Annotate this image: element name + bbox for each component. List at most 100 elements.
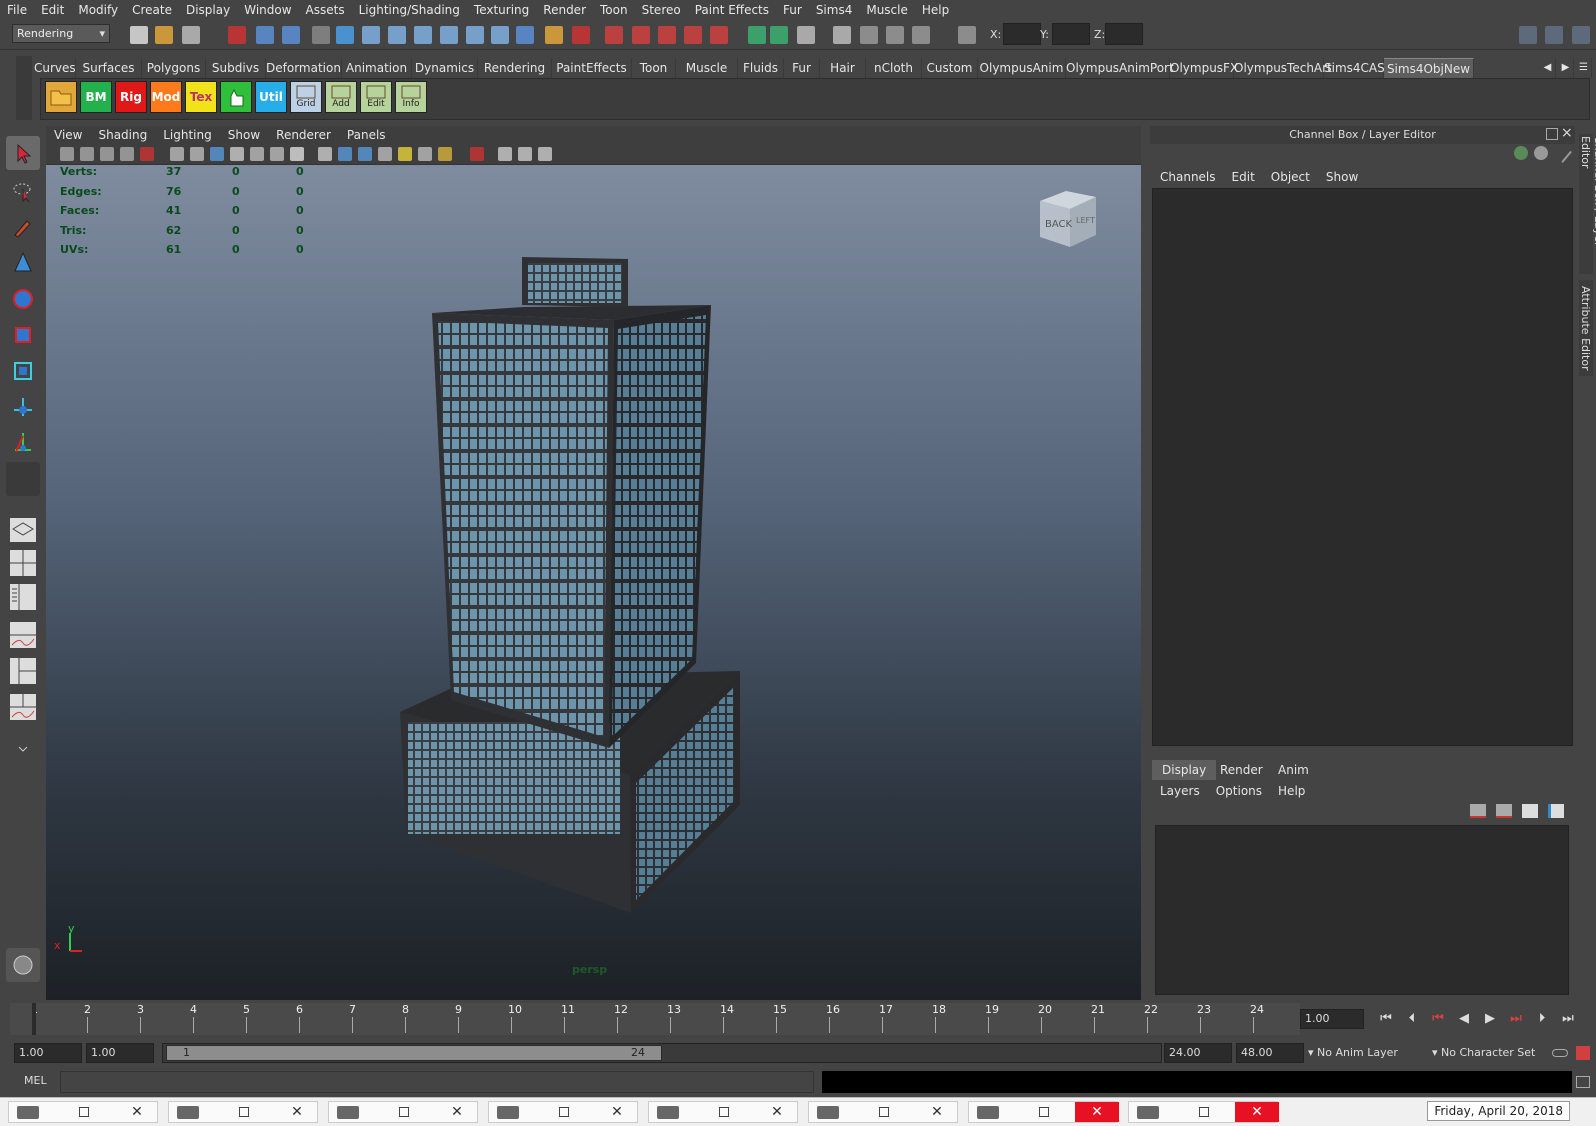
taskbar-window-6[interactable]: ✕ (808, 1101, 958, 1123)
play-backwards-icon[interactable]: ◀ (1454, 1008, 1474, 1030)
universal-manipulator-icon[interactable] (6, 390, 40, 424)
status-tool-7-icon[interactable] (312, 26, 330, 44)
perspective-viewport[interactable]: Verts: 37 0 0 Edges: 76 0 0 Faces: 41 0 0 Tris: 62 0 0 U… (46, 165, 1141, 1000)
status-tool-13-icon[interactable] (466, 26, 484, 44)
viewport-tool-15-icon[interactable] (358, 147, 372, 161)
taskbar-window-3[interactable]: ✕ (328, 1101, 478, 1123)
viewport-tool-11-icon[interactable] (270, 147, 284, 161)
maximize-icon[interactable] (239, 1107, 249, 1117)
panel-float-icon[interactable] (1546, 128, 1558, 140)
shelf-scroll-right-icon[interactable]: ▶ (1558, 58, 1574, 78)
shelf-tab-fur[interactable]: Fur (784, 58, 820, 78)
step-back-key-icon[interactable]: ⏴ (1402, 1008, 1422, 1030)
shelf-tab-curves[interactable]: Curves (34, 58, 76, 78)
shelf-button-edit[interactable]: Edit (360, 81, 392, 113)
step-forward-key-icon[interactable]: ⏵ (1532, 1008, 1552, 1030)
channel-box-area[interactable] (1152, 188, 1573, 746)
shelf-tab-subdivs[interactable]: Subdivs (206, 58, 266, 78)
shelf-button-info[interactable]: Info (395, 81, 427, 113)
status-tool-8-icon[interactable] (336, 26, 354, 44)
channel-box-menu-edit[interactable]: Edit (1224, 168, 1263, 186)
shelf-menu-handle[interactable] (16, 56, 32, 120)
viewport-tool-12-icon[interactable] (290, 147, 304, 161)
side-tab-attribute-editor[interactable]: Attribute Editor (1579, 280, 1593, 376)
animation-start-field[interactable]: 1.00 (14, 1043, 82, 1063)
status-tool-12-icon[interactable] (440, 26, 458, 44)
shelf-tab-rendering[interactable]: Rendering (478, 58, 552, 78)
status-tool-6-icon[interactable] (282, 26, 300, 44)
status-tool-29-icon[interactable] (912, 26, 930, 44)
close-icon[interactable]: ✕ (595, 1102, 639, 1122)
shelf-button-tex[interactable]: Tex (185, 81, 217, 113)
shelf-button-util[interactable]: Util (255, 81, 287, 113)
shelf-tab-deformation[interactable]: Deformation (266, 58, 342, 78)
viewport-tool-20-icon[interactable] (470, 147, 484, 161)
shelf-tab-ncloth[interactable]: nCloth (866, 58, 922, 78)
close-icon[interactable]: ✕ (1235, 1102, 1279, 1122)
status-tool-11-icon[interactable] (414, 26, 432, 44)
status-tool-19-icon[interactable] (632, 26, 650, 44)
menu-paint-effects[interactable]: Paint Effects (688, 0, 776, 20)
viewport-menu-lighting[interactable]: Lighting (155, 126, 220, 144)
attribute-editor-toggle-icon[interactable] (1519, 26, 1537, 44)
shelf-tab-custom[interactable]: Custom (922, 58, 978, 78)
single-perspective-layout-icon[interactable] (6, 512, 40, 546)
status-tool-10-icon[interactable] (388, 26, 406, 44)
mel-label[interactable]: MEL (24, 1074, 47, 1087)
status-tool-23-icon[interactable] (748, 26, 766, 44)
viewport-menu-renderer[interactable]: Renderer (268, 126, 339, 144)
sculpt-tool-icon[interactable] (6, 246, 40, 280)
status-tool-21-icon[interactable] (684, 26, 702, 44)
shelf-tab-hair[interactable]: Hair (820, 58, 866, 78)
layer-tab-display[interactable]: Display (1152, 760, 1217, 780)
viewport-tool-9-icon[interactable] (230, 147, 244, 161)
shelf-tab-olympustechart[interactable]: OlympusTechArt (1234, 58, 1332, 78)
shelf-tab-painteffects[interactable]: PaintEffects (552, 58, 632, 78)
menu-display[interactable]: Display (179, 0, 237, 20)
layer-menu-layers[interactable]: Layers (1152, 782, 1208, 800)
viewport-menu-show[interactable]: Show (220, 126, 268, 144)
auto-key-icon[interactable] (1552, 1049, 1568, 1057)
viewport-tool-6-icon[interactable] (170, 147, 184, 161)
viewport-tool-22-icon[interactable] (518, 147, 532, 161)
taskbar-window-7[interactable]: ✕ (968, 1101, 1119, 1123)
paint-select-tool-icon[interactable] (6, 210, 40, 244)
shelf-tab-olympusfx[interactable]: OlympusFX (1170, 58, 1238, 78)
viewport-tool-7-icon[interactable] (190, 147, 204, 161)
outliner-layout-icon[interactable] (6, 580, 40, 614)
x-field[interactable] (1003, 23, 1041, 45)
status-tool-22-icon[interactable] (710, 26, 728, 44)
layer-tab-anim[interactable]: Anim (1268, 760, 1319, 780)
status-tool-18-icon[interactable] (605, 26, 623, 44)
move-layer-up-icon[interactable] (1470, 804, 1486, 818)
shelf-button-add[interactable]: Add (325, 81, 357, 113)
close-icon[interactable]: ✕ (915, 1102, 959, 1122)
close-icon[interactable]: ✕ (1075, 1102, 1119, 1122)
menu-muscle[interactable]: Muscle (859, 0, 915, 20)
panel-close-icon[interactable]: × (1561, 125, 1573, 141)
shelf-tab-sims4objnew[interactable]: Sims4ObjNew (1384, 58, 1474, 78)
taskbar-window-8[interactable]: ✕ (1128, 1101, 1279, 1123)
menu-texturing[interactable]: Texturing (467, 0, 536, 20)
graph-layout-icon[interactable] (6, 618, 40, 652)
taskbar-window-2[interactable]: ✕ (168, 1101, 318, 1123)
viewport-tool-21-icon[interactable] (498, 147, 512, 161)
menu-render[interactable]: Render (536, 0, 593, 20)
channel-box-menu-channels[interactable]: Channels (1152, 168, 1224, 186)
status-tool-17-icon[interactable] (572, 26, 590, 44)
z-field[interactable] (1105, 23, 1143, 45)
shelf-menu-icon[interactable]: ☰ (1576, 58, 1592, 78)
script-editor-icon[interactable] (1576, 1076, 1590, 1088)
shelf-tab-surfaces[interactable]: Surfaces (76, 58, 142, 78)
viewport-tool-19-icon[interactable] (438, 147, 452, 161)
side-tab-channel-box[interactable]: Channel Box / Layer Editor (1579, 134, 1596, 274)
move-layer-down-icon[interactable] (1496, 804, 1512, 818)
layer-list-area[interactable] (1155, 825, 1569, 995)
menu-window[interactable]: Window (237, 0, 298, 20)
current-time-marker[interactable] (32, 1003, 36, 1035)
viewport-tool-17-icon[interactable] (398, 147, 412, 161)
menu-help[interactable]: Help (915, 0, 956, 20)
view-cube[interactable]: BACK LEFT (1036, 187, 1098, 249)
status-tool-25-icon[interactable] (797, 26, 815, 44)
menu-lighting-shading[interactable]: Lighting/Shading (352, 0, 467, 20)
